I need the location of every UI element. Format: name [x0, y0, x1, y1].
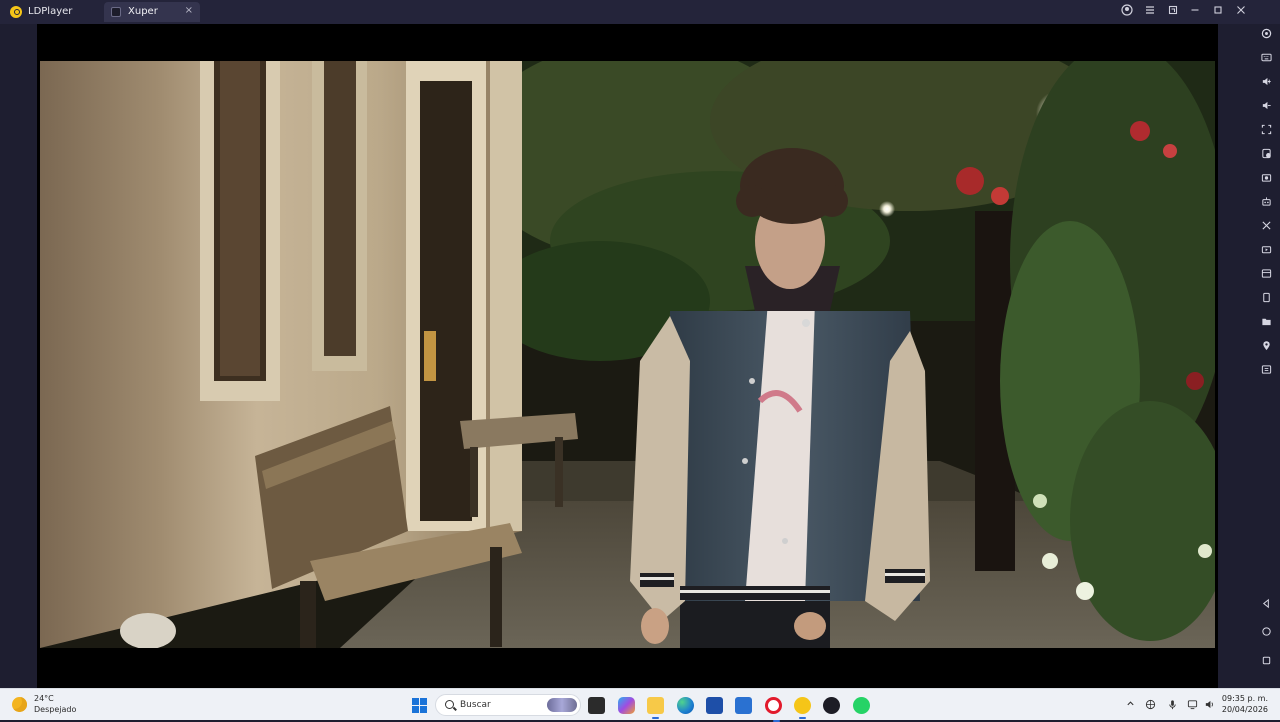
- display-icon[interactable]: [1186, 699, 1198, 711]
- opera-icon[interactable]: [765, 697, 782, 722]
- whatsapp-icon[interactable]: [853, 697, 870, 714]
- weather-condition[interactable]: Despejado: [34, 705, 76, 714]
- emulator-screen[interactable]: [37, 24, 1218, 688]
- keyboard-icon[interactable]: [1258, 52, 1274, 68]
- start-icon[interactable]: [412, 698, 427, 713]
- clock-date[interactable]: 20/04/2026: [1222, 705, 1268, 714]
- app-icon[interactable]: [823, 697, 840, 714]
- screenshot-icon[interactable]: [1258, 172, 1274, 188]
- weather-temperature[interactable]: 24°C: [34, 694, 54, 703]
- home-icon[interactable]: [1258, 626, 1274, 642]
- video-scene-image: [40, 61, 1215, 648]
- tab-close-icon[interactable]: ×: [185, 5, 193, 16]
- tab-xuper[interactable]: Xuper ×: [104, 2, 200, 22]
- left-border: [0, 24, 37, 688]
- network-icon[interactable]: [1144, 699, 1156, 711]
- ldplayer-logo-icon: [10, 6, 22, 18]
- scissors-icon[interactable]: [1258, 220, 1274, 236]
- edge-icon[interactable]: [677, 697, 694, 714]
- restore-icon[interactable]: [1165, 4, 1181, 20]
- back-icon[interactable]: [1258, 598, 1274, 614]
- apk-install-icon[interactable]: [1258, 148, 1274, 164]
- tab-label: Xuper: [128, 6, 158, 17]
- account-icon[interactable]: [1119, 4, 1135, 20]
- folder-icon[interactable]: [1258, 316, 1274, 332]
- store-icon[interactable]: [706, 697, 723, 714]
- search-icon: [445, 700, 454, 709]
- operations-icon[interactable]: [1258, 364, 1274, 380]
- windows-taskbar: 24°C Despejado Buscar 09:35 p. m. 20/04/…: [0, 688, 1280, 722]
- video-frame[interactable]: [40, 61, 1215, 648]
- title-bar: LDPlayer Xuper ×: [0, 0, 1280, 24]
- recents-icon[interactable]: [1258, 655, 1274, 671]
- sidebar: [1218, 24, 1280, 688]
- multi-instance-icon[interactable]: [1258, 268, 1274, 284]
- copilot-icon[interactable]: [618, 697, 635, 714]
- menu-icon[interactable]: [1142, 4, 1158, 20]
- settings-icon[interactable]: [1258, 28, 1274, 44]
- record-icon[interactable]: [1258, 244, 1274, 260]
- volume-up-icon[interactable]: [1258, 76, 1274, 92]
- minimize-icon[interactable]: [1187, 4, 1203, 20]
- close-icon[interactable]: [1233, 4, 1249, 20]
- search-placeholder: Buscar: [460, 700, 491, 710]
- location-icon[interactable]: [1258, 340, 1274, 356]
- microphone-icon[interactable]: [1166, 699, 1178, 711]
- speaker-icon[interactable]: [1203, 699, 1215, 711]
- file-explorer-icon[interactable]: [647, 697, 664, 719]
- robot-icon[interactable]: [1258, 196, 1274, 212]
- clock-time[interactable]: 09:35 p. m.: [1222, 694, 1268, 703]
- search-box[interactable]: Buscar: [435, 694, 581, 716]
- xuper-app-icon: [111, 7, 121, 17]
- maximize-icon[interactable]: [1210, 4, 1226, 20]
- search-highlight-image: [547, 698, 577, 712]
- chevron-up-icon[interactable]: [1124, 699, 1136, 711]
- sync-icon[interactable]: [1258, 292, 1274, 308]
- outlook-icon[interactable]: [735, 697, 752, 714]
- ldplayer-icon[interactable]: [794, 697, 811, 719]
- volume-down-icon[interactable]: [1258, 100, 1274, 116]
- task-view-icon[interactable]: [588, 697, 605, 714]
- fullscreen-icon[interactable]: [1258, 124, 1274, 140]
- app-name: LDPlayer: [28, 6, 73, 17]
- weather-moon-icon[interactable]: [12, 697, 27, 712]
